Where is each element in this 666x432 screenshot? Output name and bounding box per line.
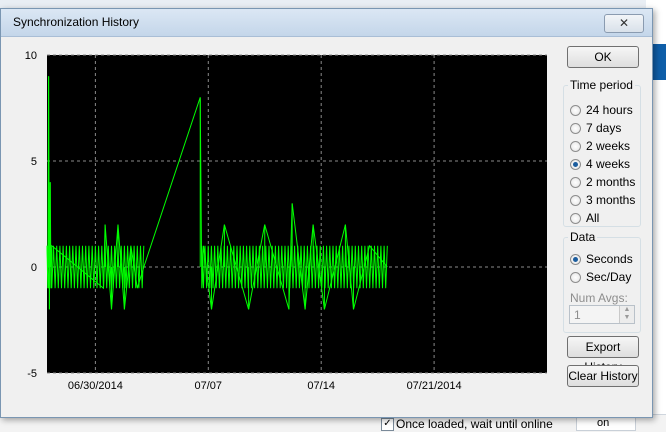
radio-button[interactable] bbox=[570, 158, 581, 170]
background-bottom-field: on bbox=[576, 416, 636, 431]
time-period-option[interactable]: 24 hours bbox=[570, 102, 633, 118]
time-period-label: Time period bbox=[568, 78, 635, 92]
plot-area bbox=[47, 55, 547, 373]
time-period-option-label: 2 months bbox=[586, 175, 636, 189]
y-tick-label: -5 bbox=[27, 368, 37, 380]
radio-button[interactable] bbox=[570, 194, 581, 206]
data-option[interactable]: Sec/Day bbox=[570, 269, 631, 285]
radio-button[interactable] bbox=[570, 104, 581, 116]
radio-button[interactable] bbox=[570, 212, 581, 224]
data-group: Data Seconds Sec/Day Num Avgs: 1 ▲ ▼ bbox=[563, 230, 641, 333]
time-period-option[interactable]: All bbox=[570, 210, 599, 226]
time-period-group: Time period 24 hours 7 days 2 weeks 4 weeks… bbox=[563, 78, 641, 227]
time-period-option-label: 7 days bbox=[586, 121, 622, 135]
x-tick-label: 06/30/2014 bbox=[68, 380, 123, 392]
time-period-option[interactable]: 2 months bbox=[570, 174, 635, 190]
data-group-label: Data bbox=[568, 230, 598, 244]
time-period-option[interactable]: 3 months bbox=[570, 192, 635, 208]
close-icon: ✕ bbox=[618, 16, 630, 30]
num-avgs-value: 1 bbox=[574, 308, 581, 322]
y-tick-label: 0 bbox=[31, 262, 37, 274]
chart-svg: 10 5 0 -5 06/30/2014 07/07 07/14 07/21/2014 bbox=[25, 50, 547, 392]
background-checkbox-label: Once loaded, wait until online bbox=[396, 417, 553, 431]
radio-button[interactable] bbox=[570, 253, 581, 265]
num-avgs-label: Num Avgs: bbox=[570, 291, 628, 305]
time-period-option[interactable]: 7 days bbox=[570, 120, 621, 136]
time-period-option-label: 2 weeks bbox=[586, 139, 631, 153]
sync-history-chart: 10 5 0 -5 06/30/2014 07/07 07/14 07/21/2014 bbox=[11, 45, 551, 407]
time-period-option[interactable]: 2 weeks bbox=[570, 138, 630, 154]
time-period-option-label: 24 hours bbox=[586, 103, 633, 117]
num-avgs-input[interactable]: 1 ▲ ▼ bbox=[569, 305, 635, 324]
time-period-option[interactable]: 4 weeks bbox=[570, 156, 630, 172]
sync-history-dialog: Synchronization History ✕ 10 5 0 -5 06/30/20… bbox=[0, 8, 653, 418]
clear-history-button[interactable]: Clear History bbox=[567, 365, 639, 387]
time-period-option-label: 4 weeks bbox=[586, 157, 631, 171]
background-checkbox[interactable]: ✓ bbox=[381, 418, 394, 431]
export-history-button[interactable]: Export History bbox=[567, 336, 639, 374]
ok-button[interactable]: OK bbox=[567, 46, 639, 68]
time-period-option-label: All bbox=[586, 211, 600, 225]
time-period-option-label: 3 months bbox=[586, 193, 636, 207]
data-option-label: Sec/Day bbox=[586, 270, 632, 284]
x-tick-label: 07/14 bbox=[307, 380, 335, 392]
num-avgs-spinner[interactable]: ▲ ▼ bbox=[619, 306, 634, 323]
x-tick-label: 07/21/2014 bbox=[407, 380, 462, 392]
x-tick-label: 07/07 bbox=[195, 380, 223, 392]
data-option[interactable]: Seconds bbox=[570, 251, 633, 267]
y-tick-label: 5 bbox=[31, 156, 37, 168]
radio-button[interactable] bbox=[570, 122, 581, 134]
radio-button[interactable] bbox=[570, 140, 581, 152]
close-button[interactable]: ✕ bbox=[604, 14, 644, 33]
titlebar: Synchronization History ✕ bbox=[1, 9, 652, 37]
data-option-label: Seconds bbox=[586, 252, 633, 266]
radio-button[interactable] bbox=[570, 176, 581, 188]
dialog-title: Synchronization History bbox=[13, 15, 140, 29]
radio-button[interactable] bbox=[570, 271, 581, 283]
y-tick-label: 10 bbox=[25, 50, 37, 62]
